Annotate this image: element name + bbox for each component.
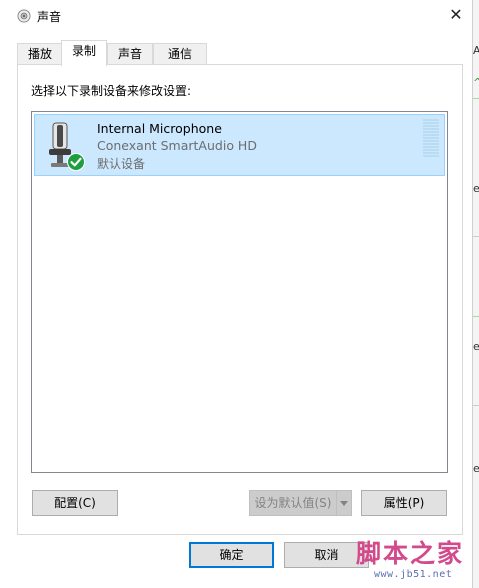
watermark: 脚本之家 www.jb51.net	[330, 532, 479, 588]
background-glyph: e	[473, 462, 479, 475]
window-title: 声音	[37, 10, 62, 24]
background-line	[473, 316, 479, 317]
close-icon: ✕	[449, 5, 463, 24]
watermark-text: 脚本之家	[356, 539, 465, 568]
tab-sounds[interactable]: 声音	[107, 43, 153, 65]
properties-button[interactable]: 属性(P)	[361, 490, 447, 516]
sound-dialog: 声音 ✕ 播放 录制 声音 通信 选择以下录制设备来修改设置: Internal…	[0, 0, 473, 588]
watermark-url: www.jb51.net	[374, 569, 453, 580]
tab-communications[interactable]: 通信	[153, 43, 207, 65]
device-status: 默认设备	[97, 157, 146, 171]
check-icon	[67, 153, 85, 171]
background-app-strip: A ^ e e e	[472, 0, 479, 588]
tab-playback[interactable]: 播放	[17, 43, 63, 65]
background-glyph: e	[473, 340, 479, 353]
tab-recording[interactable]: 录制	[61, 40, 107, 66]
background-glyph: e	[473, 182, 479, 195]
configure-button[interactable]: 配置(C)	[32, 490, 118, 516]
background-glyph: A	[473, 44, 479, 57]
level-meter	[423, 119, 439, 159]
set-default-button[interactable]: 设为默认值(S)	[249, 490, 337, 516]
background-line	[473, 405, 479, 406]
recording-panel: 选择以下录制设备来修改设置: Internal Microphone Conex…	[17, 64, 463, 535]
device-driver: Conexant SmartAudio HD	[97, 138, 257, 153]
set-default-dropdown[interactable]	[336, 490, 352, 516]
speaker-icon	[17, 9, 31, 23]
instruction-text: 选择以下录制设备来修改设置:	[31, 84, 192, 98]
title-bar[interactable]: 声音 ✕	[0, 0, 472, 32]
ok-button[interactable]: 确定	[189, 542, 274, 568]
device-item-internal-microphone[interactable]: Internal Microphone Conexant SmartAudio …	[34, 114, 445, 176]
device-list[interactable]: Internal Microphone Conexant SmartAudio …	[31, 111, 448, 473]
close-button[interactable]: ✕	[444, 4, 468, 28]
device-name: Internal Microphone	[97, 121, 222, 136]
background-line	[473, 98, 479, 99]
background-glyph: ^	[473, 76, 479, 89]
background-line	[473, 236, 479, 237]
